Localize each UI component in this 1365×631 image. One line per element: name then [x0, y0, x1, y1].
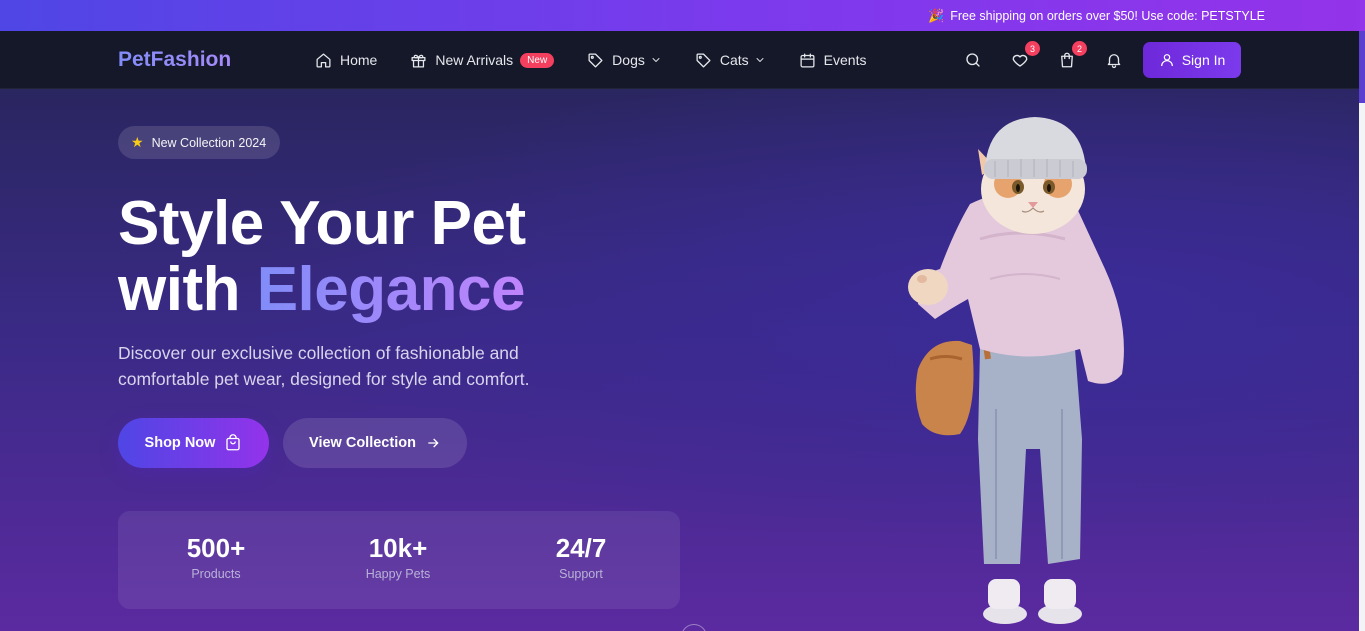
gift-icon [411, 54, 426, 68]
nav-dogs[interactable]: Dogs [587, 52, 662, 69]
header-actions: 3 2 [960, 31, 1148, 89]
collection-pill-label: New Collection 2024 [151, 135, 267, 150]
stat-label: Support [559, 567, 603, 581]
nav-cats[interactable]: Cats [695, 52, 766, 69]
nav-new-arrivals[interactable]: New Arrivals New [410, 52, 555, 69]
brand-logo[interactable]: PetFashion [118, 48, 231, 72]
announcement-text: Free shipping on orders over $50! Use co… [950, 8, 1265, 23]
chevron-down-icon [652, 58, 660, 62]
headline-line-1: Style Your Pet [118, 189, 526, 258]
tag-icon [588, 52, 603, 68]
stats-panel: 500+ Products 10k+ Happy Pets 24/7 Suppo… [118, 511, 680, 609]
star-icon: ★ [131, 134, 144, 150]
headline-line-2-plain: with [118, 255, 257, 324]
hero-section: ★ New Collection 2024 Style Your Pet wit… [0, 89, 1359, 631]
shop-now-button[interactable]: Shop Now [118, 418, 269, 468]
wishlist-count-badge: 3 [1025, 41, 1040, 56]
navbar: PetFashion Home New Arrivals New Dogs Ca… [0, 31, 1359, 89]
nav-cats-label: Cats [719, 52, 749, 68]
sign-in-button[interactable]: Sign In [1143, 42, 1241, 78]
stat-label: Products [191, 567, 241, 581]
search-icon [966, 53, 980, 67]
nav-home[interactable]: Home [315, 52, 377, 69]
chevron-down-icon [756, 58, 764, 62]
new-badge: New [520, 52, 555, 68]
nav-events[interactable]: Events [799, 52, 867, 69]
stat-happy-pets: 10k+ Happy Pets [308, 533, 488, 581]
view-collection-label: View Collection [309, 435, 416, 451]
stat-label: Happy Pets [365, 567, 431, 581]
party-icon: 🎉 [928, 7, 945, 23]
announcement-bar: 🎉 Free shipping on orders over $50! Use … [0, 0, 1365, 31]
sign-in-label: Sign In [1181, 52, 1226, 68]
stat-support: 24/7 Support [491, 533, 671, 581]
stat-products: 500+ Products [126, 533, 306, 581]
notifications-button[interactable] [1101, 47, 1127, 73]
wishlist-button[interactable]: 3 [1007, 41, 1040, 73]
search-button[interactable] [960, 47, 986, 73]
scrollbar-thumb[interactable] [1359, 31, 1365, 103]
cart-count-badge: 2 [1072, 41, 1087, 56]
stat-value: 24/7 [555, 533, 607, 563]
nav-dogs-label: Dogs [612, 52, 645, 68]
scroll-indicator[interactable] [681, 624, 707, 631]
scrollbar[interactable] [1359, 31, 1365, 631]
home-icon [316, 52, 331, 68]
shop-now-label: Shop Now [144, 435, 216, 451]
tag-icon [696, 52, 711, 68]
nav-events-label: Events [823, 52, 867, 68]
nav-new-arrivals-label: New Arrivals [435, 52, 514, 68]
user-icon [1160, 54, 1173, 67]
cart-button[interactable]: 2 [1054, 41, 1087, 73]
cat-in-sweater-image [908, 117, 1124, 624]
calendar-icon [800, 52, 815, 68]
hero-subtitle: Discover our exclusive collection of fas… [118, 343, 530, 389]
main-menu: Home New Arrivals New Dogs Cats Events [315, 31, 899, 89]
view-collection-button[interactable]: View Collection [283, 418, 467, 468]
nav-home-label: Home [340, 52, 378, 68]
stat-value: 500+ [186, 533, 246, 563]
headline-accent: Elegance [256, 255, 526, 324]
arrow-right-icon [428, 438, 439, 448]
collection-pill: ★ New Collection 2024 [118, 126, 281, 159]
bell-icon [1107, 54, 1121, 69]
shopping-bag-icon [226, 434, 241, 451]
stat-value: 10k+ [368, 533, 428, 563]
hero-headline: Style Your Pet with Elegance [118, 191, 526, 323]
